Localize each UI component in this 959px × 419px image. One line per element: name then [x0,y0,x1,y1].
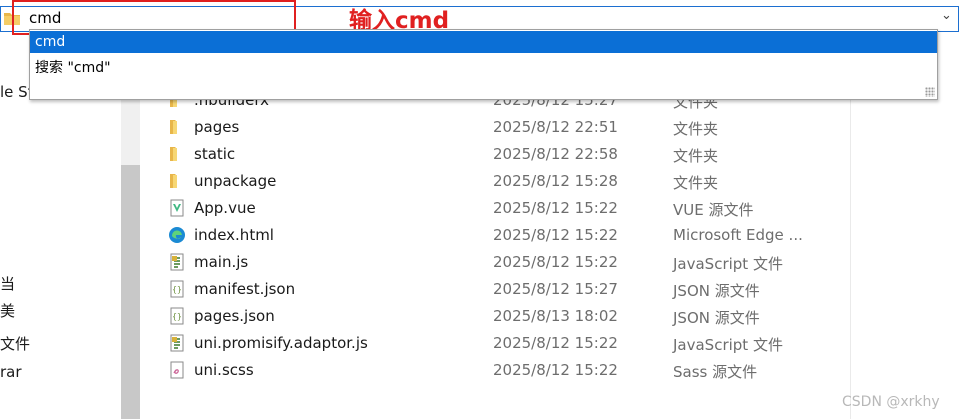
file-row[interactable]: index.html 2025/8/12 15:22 Microsoft Edge … [160,222,850,249]
file-type: Sass 源文件 [673,363,758,381]
js-file-icon [168,334,186,352]
folder-icon [168,145,186,163]
resize-grip-icon[interactable] [925,87,935,97]
json-file-icon: {} [168,280,186,298]
nav-pane-item[interactable]: 美 [0,300,15,321]
file-date: 2025/8/12 22:58 [493,145,618,163]
autocomplete-item-cmd[interactable]: cmd [30,31,937,53]
file-date: 2025/8/12 15:22 [493,334,618,352]
file-row[interactable]: pages 2025/8/12 22:51 文件夹 [160,114,850,141]
folder-icon [168,118,186,136]
file-name: uni.promisify.adaptor.js [194,334,368,352]
file-name: manifest.json [194,280,296,298]
file-name: main.js [194,253,249,271]
file-row[interactable]: {} pages.json 2025/8/13 18:02 JSON 源文件 [160,303,850,330]
watermark: CSDN @xrkhy [842,394,940,410]
file-type: JSON 源文件 [673,309,760,327]
list-divider [850,100,851,419]
file-date: 2025/8/12 15:22 [493,253,618,271]
file-name: uni.scss [194,361,254,379]
nav-pane-scroll-thumb[interactable] [121,165,140,419]
file-row[interactable]: static 2025/8/12 22:58 文件夹 [160,141,850,168]
file-type: VUE 源文件 [673,201,754,219]
file-row[interactable]: App.vue 2025/8/12 15:22 VUE 源文件 [160,195,850,222]
file-row[interactable]: uni.promisify.adaptor.js 2025/8/12 15:22 J… [160,330,850,357]
file-type: 文件夹 [673,120,719,138]
nav-pane-item[interactable]: rar [0,363,22,381]
file-row[interactable]: unpackage 2025/8/12 15:28 文件夹 [160,168,850,195]
svg-text:{}: {} [172,285,182,294]
autocomplete-item-search[interactable]: 搜索 "cmd" [30,54,937,76]
js-file-icon [168,253,186,271]
json-file-icon: {} [168,307,186,325]
file-date: 2025/8/12 15:22 [493,199,618,217]
file-date: 2025/8/13 18:02 [493,307,618,325]
file-name: unpackage [194,172,277,190]
file-date: 2025/8/12 15:28 [493,172,618,190]
file-name: static [194,145,236,163]
edge-html-icon [168,226,186,244]
nav-pane-item[interactable]: 文件 [0,333,30,354]
file-date: 2025/8/12 22:51 [493,118,618,136]
file-date: 2025/8/12 15:22 [493,361,618,379]
chevron-down-icon[interactable]: ⌄ [941,8,952,23]
file-type: 文件夹 [673,147,719,165]
file-name: index.html [194,226,274,244]
file-type: Microsoft Edge ... [673,226,803,244]
file-type: JavaScript 文件 [673,255,783,273]
sass-file-icon [168,361,186,379]
file-date: 2025/8/12 15:22 [493,226,618,244]
file-row[interactable]: uni.scss 2025/8/12 15:22 Sass 源文件 [160,357,850,384]
autocomplete-dropdown: cmd 搜索 "cmd" [29,29,938,100]
file-type: 文件夹 [673,174,719,192]
file-type: JSON 源文件 [673,282,760,300]
autocomplete-item-label: 搜索 "cmd" [35,60,111,76]
svg-text:{}: {} [172,312,182,321]
autocomplete-item-label: cmd [35,34,66,50]
file-row[interactable]: {} manifest.json 2025/8/12 15:27 JSON 源文件 [160,276,850,303]
file-date: 2025/8/12 15:27 [493,280,618,298]
file-name: App.vue [194,199,256,217]
file-type: JavaScript 文件 [673,336,783,354]
file-name: pages [194,118,240,136]
folder-icon [168,172,186,190]
file-name: pages.json [194,307,275,325]
vue-file-icon [168,199,186,217]
nav-pane-item[interactable]: 当 [0,273,15,294]
file-row[interactable]: main.js 2025/8/12 15:22 JavaScript 文件 [160,249,850,276]
